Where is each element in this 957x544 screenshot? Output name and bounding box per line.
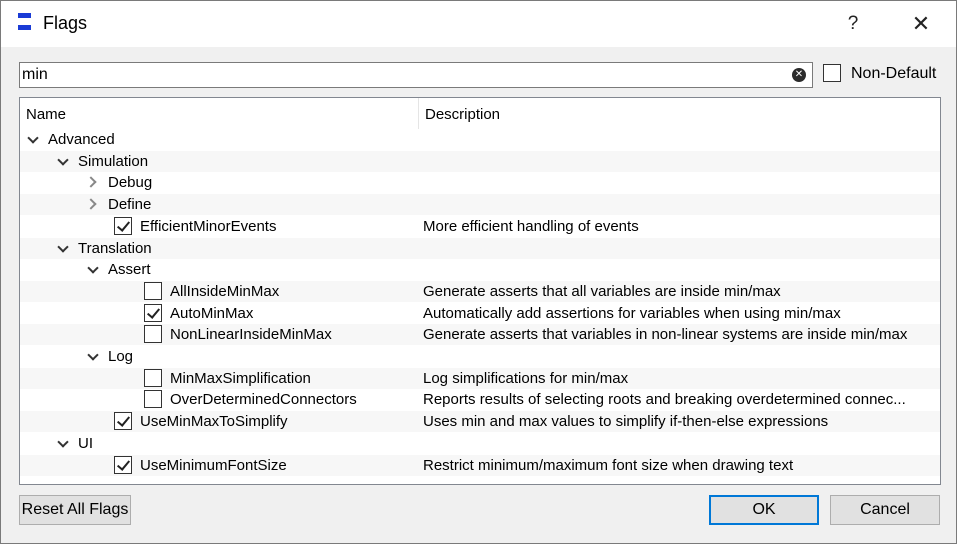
tree-row[interactable]: UseMinMaxToSimplify Uses min and max valu… [20,411,940,433]
chevron-down-icon[interactable] [26,131,40,147]
tree-row[interactable]: OverDeterminedConnectors Reports results … [20,389,940,410]
flag-label: AutoMinMax [170,304,254,322]
column-header-description[interactable]: Description [425,106,500,123]
flags-dialog: Flags ? ✕ ✕ Non-Default Name Description… [0,0,957,544]
help-button[interactable]: ? [831,7,875,41]
tree-row[interactable]: Assert [20,259,940,280]
flag-description: Log simplifications for min/max [423,369,629,387]
flag-label: OverDeterminedConnectors [170,391,357,409]
close-button[interactable]: ✕ [899,7,943,41]
tree-row[interactable]: AutoMinMax Automatically add assertions f… [20,303,940,324]
flag-label: NonLinearInsideMinMax [170,326,332,344]
tree-item-label: Log [108,348,134,365]
window-title: Flags [43,13,88,33]
tree-row[interactable]: EfficientMinorEvents More efficient handl… [20,216,940,237]
flag-label: UseMinimumFontSize [140,456,287,474]
flag-label: MinMaxSimplification [170,369,311,387]
tree-row[interactable]: Log [20,346,940,367]
tree-item-label: Simulation [78,152,149,170]
flag-checkbox[interactable] [144,281,162,300]
tree-item-label: Debug [108,174,153,192]
flag-label: AllInsideMinMax [170,282,280,300]
non-default-label[interactable]: Non-Default [851,65,936,83]
flag-description: Automatically add assertions for variabl… [423,304,841,322]
flag-description: Generate asserts that all variables are … [423,282,781,300]
flag-checkbox[interactable] [144,390,162,409]
tree-row[interactable]: Debug [20,172,940,193]
flag-description: Reports results of selecting roots and b… [423,391,906,409]
tree-row[interactable]: NonLinearInsideMinMax Generate asserts th… [20,324,940,346]
flag-checkbox[interactable] [144,368,162,387]
search-input[interactable] [22,65,782,85]
tree-item-label: Advanced [48,131,115,148]
flag-label: EfficientMinorEvents [140,217,277,235]
flag-description: Uses min and max values to simplify if-t… [423,413,829,431]
chevron-right-icon[interactable] [86,196,100,212]
flag-checkbox[interactable] [144,303,162,322]
reset-all-flags-button[interactable]: Reset All Flags [19,495,131,525]
app-icon [17,13,33,33]
flag-description: More efficient handling of events [423,217,639,235]
tree-item-label: Assert [108,261,151,279]
tree-row[interactable]: UseMinimumFontSize Restrict minimum/maxim… [20,454,940,476]
tree-row[interactable]: AllInsideMinMax Generate asserts that all… [20,280,940,302]
flag-checkbox[interactable] [114,455,132,474]
flag-checkbox[interactable] [114,216,132,235]
flag-description: Generate asserts that variables in non-l… [423,326,908,344]
ok-button[interactable]: OK [709,495,819,525]
chevron-down-icon[interactable] [56,435,70,451]
tree-item-label: UI [78,434,93,452]
chevron-down-icon[interactable] [86,348,100,364]
tree-header: Name Description [20,98,940,129]
column-divider[interactable] [418,98,419,129]
chevron-down-icon[interactable] [86,261,100,277]
column-header-name[interactable]: Name [26,106,66,123]
chevron-right-icon[interactable] [86,174,100,190]
flags-tree[interactable]: Name Description Advanced Simulation Debug… [19,97,941,485]
flag-checkbox[interactable] [114,412,132,431]
tree-row[interactable]: Simulation [20,150,940,172]
tree-row[interactable]: UI [20,433,940,454]
tree-item-label: Define [108,196,152,214]
tree-row[interactable]: Translation [20,237,940,259]
tree-row[interactable]: Advanced [20,129,940,150]
tree-row[interactable]: Define [20,194,940,216]
flag-label: UseMinMaxToSimplify [140,413,288,431]
clear-icon[interactable]: ✕ [792,68,806,82]
tree-row[interactable]: MinMaxSimplification Log simplifications … [20,367,940,389]
title-bar: Flags ? ✕ [1,1,956,47]
cancel-button[interactable]: Cancel [830,495,940,525]
flag-description: Restrict minimum/maximum font size when … [423,456,794,474]
tree-item-label: Translation [78,239,152,257]
flag-checkbox[interactable] [144,325,162,344]
non-default-checkbox[interactable] [823,64,841,82]
chevron-down-icon[interactable] [56,153,70,169]
search-field[interactable]: ✕ [19,62,813,88]
chevron-down-icon[interactable] [56,240,70,256]
